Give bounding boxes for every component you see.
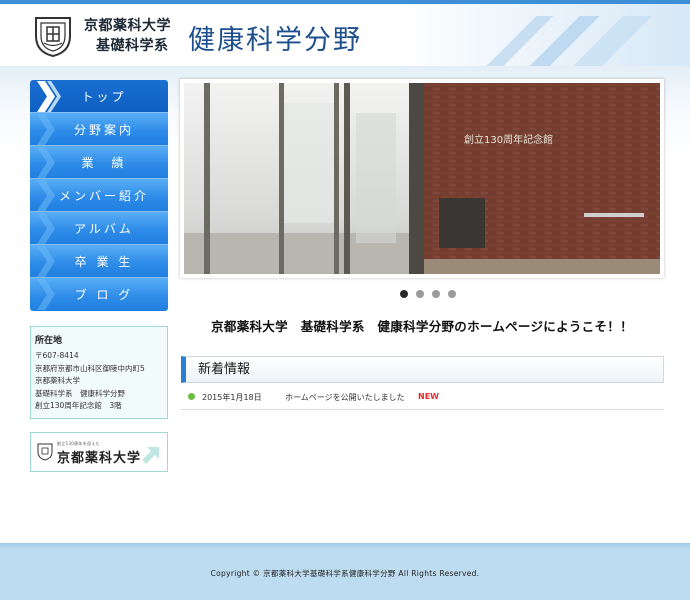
university-crest-icon (37, 443, 53, 461)
nav-label: 分野案内 (73, 122, 134, 137)
chevron-right-icon (37, 279, 55, 310)
arrow-up-right-icon (142, 447, 159, 464)
news-link[interactable]: ホームページを公開いたしました (285, 392, 405, 403)
chevron-right-icon (37, 114, 55, 145)
building-entrance-photo: 創立130周年記念館 (184, 83, 660, 274)
slider-pagination (400, 290, 456, 298)
chevron-right-icon (37, 246, 55, 277)
nav-item-graduates[interactable]: 卒 業 生 (30, 245, 168, 278)
news-item: 2015年1月18日 ホームページを公開いたしました NEW (181, 388, 664, 410)
nav-item-top[interactable]: トップ (30, 80, 168, 113)
nav-label: アルバム (74, 221, 134, 236)
site-title[interactable]: 健康科学分野 (188, 18, 362, 57)
nav-item-album[interactable]: アルバム (30, 212, 168, 245)
nav-label: 業 績 (81, 155, 127, 170)
building-sign-text: 創立130周年記念館 (464, 133, 553, 146)
nav-label: ブ ロ グ (74, 288, 134, 302)
nav-label: 卒 業 生 (74, 254, 134, 269)
address-line: 京都府京都市山科区御陵中内町5 (35, 363, 145, 373)
photo-slider[interactable]: 創立130周年記念館 (180, 79, 664, 278)
header-decoration (420, 16, 660, 66)
nav-label: メンバー紹介 (58, 188, 149, 203)
site-footer: Copyright © 京都薬科大学基礎科学系健康科学分野 All Rights… (0, 543, 690, 600)
nav-item-overview[interactable]: 分野案内 (30, 113, 168, 146)
university-banner-link[interactable]: 創立130周年を迎えた 京都薬科大学 (30, 432, 168, 472)
university-name: 京都薬科大学 (84, 18, 171, 34)
banner-label: 京都薬科大学 (57, 451, 142, 466)
nav-item-members[interactable]: メンバー紹介 (30, 179, 168, 212)
chevron-right-icon (37, 147, 55, 178)
slider-dot-1[interactable] (400, 290, 408, 298)
new-badge: NEW (418, 392, 439, 401)
main-navigation: トップ 分野案内 業 績 メンバー紹介 アルバム 卒 業 生 ブ ロ グ (30, 80, 168, 311)
welcome-message: 京都薬科大学 基礎科学系 健康科学分野のホームページにようこそ！！ (211, 319, 633, 334)
site-header: 京都薬科大学 基礎科学系 健康科学分野 (0, 4, 690, 66)
address-line: 〒607-8414 (35, 351, 79, 360)
chevron-right-icon (37, 180, 55, 211)
news-date: 2015年1月18日 (202, 393, 262, 402)
slider-dot-2[interactable] (416, 290, 424, 298)
slider-dot-3[interactable] (432, 290, 440, 298)
chevron-right-icon (37, 213, 55, 244)
bullet-icon (188, 393, 195, 400)
address-line: 創立130周年記念館 3階 (35, 401, 122, 410)
nav-label: トップ (81, 89, 127, 104)
address-title: 所在地 (35, 336, 63, 346)
nav-item-achievements[interactable]: 業 績 (30, 146, 168, 179)
slider-dot-4[interactable] (448, 290, 456, 298)
university-crest-icon[interactable] (32, 14, 74, 58)
nav-item-blog[interactable]: ブ ロ グ (30, 278, 168, 311)
address-line: 京都薬科大学 (35, 376, 80, 385)
chevron-right-icon (37, 81, 61, 112)
news-heading: 新着情報 (181, 356, 664, 383)
address-line: 基礎科学系 健康科学分野 (35, 388, 125, 398)
address-box: 所在地 〒607-8414 京都府京都市山科区御陵中内町5 京都薬科大学 基礎科… (30, 326, 168, 419)
department-name: 基礎科学系 (96, 38, 169, 54)
copyright-text: Copyright © 京都薬科大学基礎科学系健康科学分野 All Rights… (210, 569, 480, 578)
